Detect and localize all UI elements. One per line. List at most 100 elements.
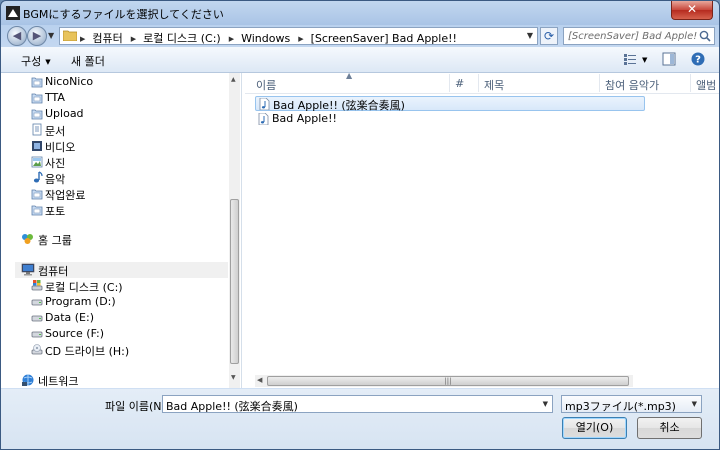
scroll-up-icon[interactable]: ▲ [231,76,236,83]
preview-pane-icon[interactable] [662,52,676,66]
title-bar: BGMにするファイルを選択してください ✕ [1,1,719,25]
column-divider[interactable] [690,74,691,92]
view-dropdown-icon[interactable]: ▼ [642,56,647,64]
nav-item-label: TTA [45,91,65,104]
breadcrumb-item[interactable]: Windows [241,32,290,45]
breadcrumb-item[interactable]: 로컬 디스크 (C:) [143,32,221,45]
nav-item-label: NicoNico [45,75,94,88]
address-bar[interactable]: ▶ 컴퓨터 ▶ 로컬 디스크 (C:) ▶ Windows ▶ [ScreenSaver] B… [59,27,538,45]
drive-icon [31,327,43,340]
column-header[interactable]: 제목 [484,77,504,93]
refresh-button[interactable]: ⟳ [540,27,558,45]
folder-icon [31,91,43,104]
chevron-right-icon[interactable]: ▶ [229,35,234,43]
window-title: BGMにするファイルを選択してください [23,8,224,21]
chevron-down-icon[interactable]: ▼ [692,400,697,408]
file-name: Bad Apple!! (弦楽合奏風) [273,99,405,112]
scroll-left-icon[interactable]: ◀ [257,376,262,384]
search-box[interactable] [563,27,715,45]
file-list-pane: ▲ 이름 # 제목 참여 음악가 앨범 Bad Apple!! (弦楽合奏風) Bad A… [245,71,719,388]
filename-value[interactable]: Bad Apple!! (弦楽合奏風) [166,398,298,414]
new-folder-button[interactable]: 새 폴더 [71,53,105,69]
folder-icon [31,107,43,120]
nav-item-label: 포토 [45,205,66,218]
svg-text:?: ? [695,55,701,66]
nav-item-label: 로컬 디스크 (C:) [45,281,123,294]
video-icon [31,139,43,152]
nav-item-label: Program (D:) [45,295,116,308]
nav-item-label: Source (F:) [45,327,105,340]
scroll-down-icon[interactable]: ▼ [231,374,236,381]
navigation-bar: ◀ ▶ ▼ ▶ 컴퓨터 ▶ 로컬 디스크 (C:) ▶ Windows ▶ [ScreenSa… [1,25,719,47]
breadcrumb: ▶ 컴퓨터 ▶ 로컬 디스크 (C:) ▶ Windows ▶ [ScreenSaver] B… [80,30,465,46]
sort-ascending-icon: ▲ [346,71,353,80]
cancel-button[interactable]: 취소 [637,417,702,439]
folder-icon [31,187,43,200]
file-open-dialog: BGMにするファイルを選択してください ✕ ◀ ▶ ▼ ▶ 컴퓨터 ▶ 로컬 디스크 … [0,0,720,450]
column-header[interactable]: 이름 [256,77,276,93]
forward-button[interactable]: ▶ [27,26,47,46]
nav-item-label: 문서 [45,125,66,138]
chevron-down-icon[interactable]: ▼ [543,400,548,408]
homegroup-icon [21,232,35,245]
command-bar: 구성 ▼ 새 폴더 ▼ ? [1,47,719,73]
filetype-select[interactable]: mp3ファイル(*.mp3) ▼ [561,395,702,413]
file-list-item[interactable]: Bad Apple!! (弦楽合奏風) [255,96,645,112]
filetype-value: mp3ファイル(*.mp3) [565,400,676,413]
nav-item-label: 홈 그룹 [38,234,72,247]
music-file-icon [258,112,269,126]
scrollbar-thumb[interactable]: ||| [267,376,629,386]
folder-icon [31,203,43,216]
drive-icon [31,311,43,324]
organize-button[interactable]: 구성 ▼ [21,53,51,69]
search-input[interactable] [566,29,700,43]
music-file-icon [259,97,270,111]
network-icon [21,373,35,386]
computer-icon [21,263,35,276]
nav-item-label: 음악 [45,173,66,186]
column-header-row: ▲ 이름 # 제목 참여 음악가 앨범 [245,71,719,94]
address-dropdown-icon[interactable]: ▼ [527,31,533,40]
navigation-pane: ▲ ▼ NicoNico TTA Upload 문서 비디오 사진 음악 작업완료 포토 홈 그룹… [1,73,242,388]
chevron-right-icon[interactable]: ▶ [80,35,85,43]
filename-combobox[interactable]: Bad Apple!! (弦楽合奏風) ▼ [162,395,553,413]
column-header[interactable]: 참여 음악가 [605,77,659,93]
breadcrumb-item[interactable]: 컴퓨터 [92,32,122,45]
chevron-right-icon[interactable]: ▶ [298,35,303,43]
view-options-icon[interactable] [623,52,637,66]
column-header[interactable]: 앨범 [696,77,716,93]
recent-pages-dropdown-icon[interactable]: ▼ [48,31,54,40]
open-button[interactable]: 열기(O) [562,417,627,439]
column-header[interactable]: # [455,77,464,90]
file-list-item[interactable]: Bad Apple!! [255,112,645,127]
dialog-footer: 파일 이름(N): Bad Apple!! (弦楽合奏風) ▼ mp3ファイル(… [1,389,719,449]
search-icon[interactable] [699,30,711,42]
file-name: Bad Apple!! [272,112,337,125]
pictures-icon [31,155,43,168]
horizontal-scrollbar[interactable]: ◀ ||| [255,375,633,387]
chevron-right-icon[interactable]: ▶ [131,35,136,43]
help-icon[interactable]: ? [691,52,705,66]
column-divider[interactable] [599,74,600,92]
back-button[interactable]: ◀ [7,26,27,46]
nav-item-label: 컴퓨터 [38,265,69,278]
close-button[interactable]: ✕ [671,1,713,20]
nav-item-label: Data (E:) [45,311,95,324]
column-divider[interactable] [449,74,450,92]
breadcrumb-item[interactable]: [ScreenSaver] Bad Apple!! [311,32,457,45]
folder-icon [31,75,43,88]
chevron-down-icon: ▼ [45,58,51,66]
music-icon [31,171,43,184]
cd-drive-icon [31,343,43,356]
folder-icon [63,30,77,41]
navigation-pane-scrollbar[interactable]: ▲ ▼ [229,73,240,388]
nav-item-label: 비디오 [45,141,76,154]
system-drive-icon [31,279,43,292]
column-divider[interactable] [478,74,479,92]
documents-icon [31,123,43,136]
nav-item-label: Upload [45,107,84,120]
nav-item-label: 사진 [45,157,66,170]
scrollbar-thumb[interactable] [230,199,239,364]
nav-item-label: 네트워크 [38,375,79,388]
drive-icon [31,295,43,308]
